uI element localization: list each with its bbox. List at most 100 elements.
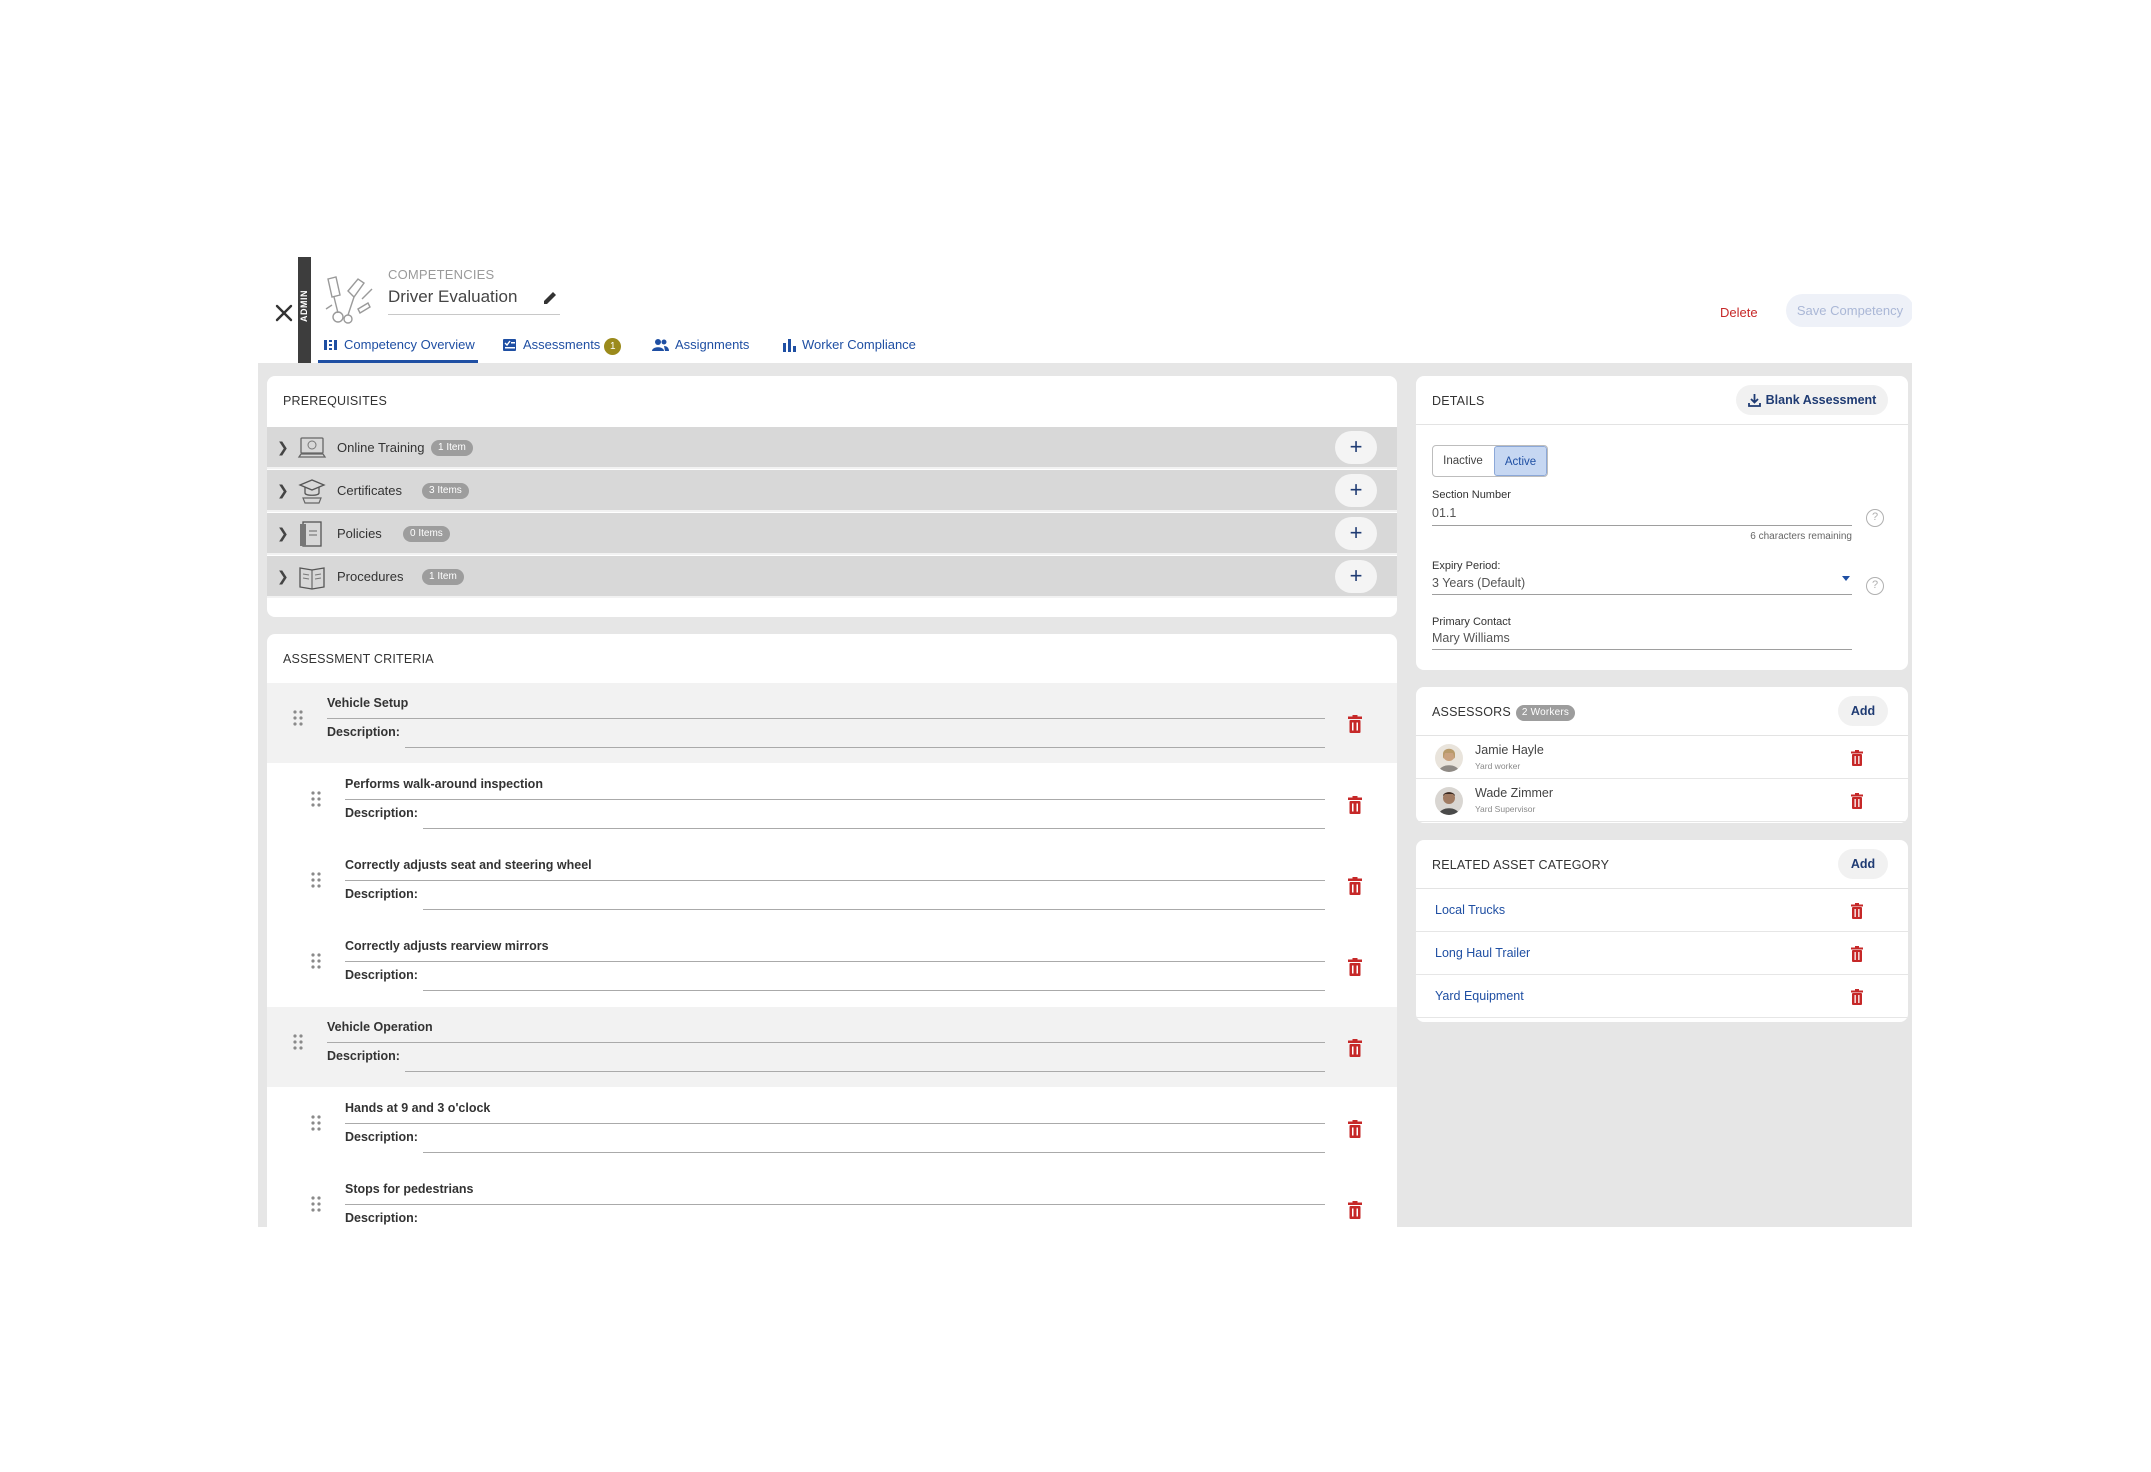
add-assessor-button[interactable]: Add	[1838, 696, 1888, 726]
description-field[interactable]	[423, 1152, 1325, 1153]
description-field[interactable]	[423, 828, 1325, 829]
workers-count-badge: 2 Workers	[1515, 705, 1576, 721]
drag-handle-icon[interactable]	[310, 871, 322, 889]
trash-icon[interactable]	[1850, 750, 1864, 766]
criteria-title-underline	[345, 799, 1325, 800]
criteria-title[interactable]: Hands at 9 and 3 o'clock	[345, 1101, 490, 1115]
prerequisite-label: Certificates	[337, 483, 403, 498]
section-number-help-icon[interactable]: ?	[1866, 509, 1884, 527]
drag-handle-icon[interactable]	[292, 1033, 304, 1051]
expiry-period-select[interactable]: 3 Years (Default)	[1432, 576, 1525, 590]
trash-icon[interactable]	[1347, 958, 1363, 976]
competency-logo-icon	[318, 269, 378, 327]
criteria-title[interactable]: Correctly adjusts seat and steering whee…	[345, 858, 592, 872]
asset-category-link[interactable]: Yard Equipment	[1435, 989, 1524, 1003]
caret-down-icon[interactable]	[1842, 576, 1850, 581]
chevron-right-icon[interactable]: ❯	[277, 482, 289, 499]
edit-title-button[interactable]	[541, 289, 559, 307]
status-toggle[interactable]: Inactive Active	[1432, 445, 1548, 477]
competency-editor: ADMIN COMPETENCIES Driver Evaluation Del…	[258, 257, 1912, 1227]
primary-contact-field[interactable]: Mary Williams	[1432, 631, 1510, 645]
criteria-item-row[interactable]: Correctly adjusts rearview mirrors Descri…	[267, 926, 1397, 1006]
chevron-right-icon[interactable]: ❯	[277, 568, 289, 585]
description-field[interactable]	[423, 909, 1325, 910]
page-title[interactable]: Driver Evaluation	[388, 287, 517, 307]
blank-assessment-button[interactable]: Blank Assessment	[1736, 385, 1888, 415]
assessor-row[interactable]: Jamie Hayle Yard worker	[1416, 736, 1908, 779]
criteria-title[interactable]: Performs walk-around inspection	[345, 777, 543, 791]
drag-handle-icon[interactable]	[310, 1195, 322, 1213]
criteria-title-underline	[345, 880, 1325, 881]
breadcrumb[interactable]: COMPETENCIES	[388, 267, 494, 282]
assessor-role: Yard worker	[1475, 761, 1521, 771]
policy-icon	[300, 521, 322, 547]
avatar	[1435, 744, 1463, 772]
people-icon	[652, 339, 669, 351]
criteria-title[interactable]: Stops for pedestrians	[345, 1182, 474, 1196]
trash-icon[interactable]	[1347, 796, 1363, 814]
admin-strip: ADMIN	[298, 257, 311, 363]
add-prerequisite-button[interactable]: +	[1335, 474, 1377, 507]
trash-icon[interactable]	[1850, 989, 1864, 1005]
description-label: Description:	[345, 806, 418, 820]
drag-handle-icon[interactable]	[310, 790, 322, 808]
criteria-item-row[interactable]: Hands at 9 and 3 o'clock Description:	[267, 1088, 1397, 1168]
criteria-item-row[interactable]: Correctly adjusts seat and steering whee…	[267, 845, 1397, 925]
trash-icon[interactable]	[1347, 715, 1363, 733]
add-prerequisite-button[interactable]: +	[1335, 431, 1377, 464]
asset-category-link[interactable]: Long Haul Trailer	[1435, 946, 1530, 960]
tab-assessments[interactable]: Assessments 1	[502, 337, 622, 363]
close-icon[interactable]	[266, 295, 302, 331]
trash-icon[interactable]	[1347, 1120, 1363, 1138]
expiry-period-help-icon[interactable]: ?	[1866, 577, 1884, 595]
drag-handle-icon[interactable]	[310, 1114, 322, 1132]
criteria-title[interactable]: Correctly adjusts rearview mirrors	[345, 939, 549, 953]
chevron-right-icon[interactable]: ❯	[277, 439, 289, 456]
criteria-group-row[interactable]: Vehicle Operation Description:	[267, 1007, 1397, 1087]
trash-icon[interactable]	[1850, 793, 1864, 809]
description-field[interactable]	[405, 747, 1325, 748]
tab-worker-compliance[interactable]: Worker Compliance	[782, 337, 916, 363]
add-prerequisite-button[interactable]: +	[1335, 560, 1377, 593]
close-button[interactable]	[266, 295, 302, 331]
add-asset-category-button[interactable]: Add	[1838, 849, 1888, 879]
criteria-title[interactable]: Vehicle Setup	[327, 696, 408, 710]
expiry-period-label: Expiry Period:	[1432, 560, 1501, 572]
trash-icon[interactable]	[1347, 877, 1363, 895]
prerequisite-row-policies[interactable]: ❯ Policies 0 Items +	[267, 513, 1397, 555]
criteria-group-row[interactable]: Vehicle Setup Description:	[267, 683, 1397, 763]
trash-icon[interactable]	[1347, 1201, 1363, 1219]
divider	[1416, 424, 1908, 425]
status-option-inactive[interactable]: Inactive	[1433, 446, 1493, 476]
add-prerequisite-button[interactable]: +	[1335, 517, 1377, 550]
prerequisite-row-procedures[interactable]: ❯ Procedures 1 Item +	[267, 556, 1397, 598]
criteria-title[interactable]: Vehicle Operation	[327, 1020, 433, 1034]
asset-category-link[interactable]: Local Trucks	[1435, 903, 1505, 917]
avatar	[1435, 787, 1463, 815]
criteria-title-underline	[327, 718, 1325, 719]
delete-button[interactable]: Delete	[1720, 305, 1758, 320]
details-title: DETAILS	[1432, 394, 1485, 408]
trash-icon[interactable]	[1850, 903, 1864, 919]
save-competency-button[interactable]: Save Competency	[1786, 294, 1912, 327]
criteria-item-row[interactable]: Performs walk-around inspection Descripti…	[267, 764, 1397, 844]
criteria-item-row[interactable]: Stops for pedestrians Description:	[267, 1169, 1397, 1227]
status-option-active[interactable]: Active	[1494, 446, 1547, 476]
assessment-criteria-card: ASSESSMENT CRITERIA Vehicle Setup Descrip…	[267, 634, 1397, 1227]
trash-icon[interactable]	[1347, 1039, 1363, 1057]
prerequisite-row-certificates[interactable]: ❯ Certificates 3 Items +	[267, 470, 1397, 512]
chevron-right-icon[interactable]: ❯	[277, 525, 289, 542]
tab-label: Competency Overview	[344, 337, 475, 352]
tab-assignments[interactable]: Assignments	[652, 337, 749, 363]
prerequisite-row-online-training[interactable]: ❯ Online Training 1 Item +	[267, 427, 1397, 469]
drag-handle-icon[interactable]	[292, 709, 304, 727]
description-field[interactable]	[405, 1071, 1325, 1072]
pencil-icon[interactable]	[541, 289, 559, 307]
criteria-title-underline	[345, 1204, 1325, 1205]
assessor-row[interactable]: Wade Zimmer Yard Supervisor	[1416, 779, 1908, 822]
assessor-role: Yard Supervisor	[1475, 804, 1536, 814]
trash-icon[interactable]	[1850, 946, 1864, 962]
drag-handle-icon[interactable]	[310, 952, 322, 970]
section-number-field[interactable]: 01.1	[1432, 506, 1456, 520]
description-field[interactable]	[423, 990, 1325, 991]
